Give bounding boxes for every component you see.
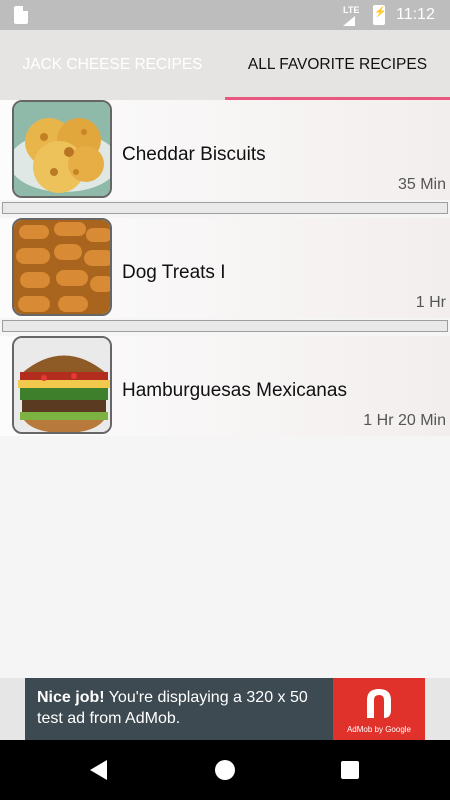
status-bar: LTE 11:12 bbox=[0, 0, 450, 30]
recipe-row-dog-treats[interactable]: Dog Treats I 1 Hr bbox=[0, 218, 450, 318]
signal-icon bbox=[343, 16, 355, 26]
back-icon[interactable] bbox=[90, 760, 107, 780]
recipe-row-hamburguesas-mexicanas[interactable]: Hamburguesas Mexicanas 1 Hr 20 Min bbox=[0, 336, 450, 436]
tab-jack-cheese-recipes[interactable]: JACK CHEESE RECIPES bbox=[0, 30, 225, 100]
ad-content[interactable]: Nice job! You're displaying a 320 x 50 t… bbox=[25, 678, 425, 740]
battery-charging-icon bbox=[373, 5, 386, 25]
recipe-list: Cheddar Biscuits 35 Min Dog Treats I 1 H… bbox=[0, 100, 450, 436]
ad-banner[interactable]: Nice job! You're displaying a 320 x 50 t… bbox=[0, 678, 450, 740]
admob-icon bbox=[367, 689, 391, 718]
tab-all-favorite-recipes[interactable]: ALL FAVORITE RECIPES bbox=[225, 30, 450, 100]
admob-logo: AdMob by Google bbox=[333, 678, 425, 740]
recipe-title: Dog Treats I bbox=[122, 262, 226, 283]
divider bbox=[2, 202, 448, 214]
recents-icon[interactable] bbox=[341, 761, 359, 779]
sim-card-icon bbox=[14, 6, 28, 24]
admob-brand: AdMob by Google bbox=[346, 725, 412, 734]
tab-label: ALL FAVORITE RECIPES bbox=[247, 56, 428, 73]
divider bbox=[2, 320, 448, 332]
recipe-thumbnail bbox=[12, 336, 112, 434]
home-icon[interactable] bbox=[215, 760, 235, 780]
tab-label: JACK CHEESE RECIPES bbox=[22, 56, 203, 73]
clock: 11:12 bbox=[396, 6, 435, 23]
ad-headline: Nice job! bbox=[37, 689, 105, 706]
recipe-row-cheddar-biscuits[interactable]: Cheddar Biscuits 35 Min bbox=[0, 100, 450, 200]
ad-text: Nice job! You're displaying a 320 x 50 t… bbox=[37, 687, 337, 729]
recipe-thumbnail bbox=[12, 100, 112, 198]
recipe-time: 35 Min bbox=[397, 176, 446, 193]
recipe-title: Hamburguesas Mexicanas bbox=[122, 380, 347, 401]
navigation-bar bbox=[0, 740, 450, 800]
tab-bar: JACK CHEESE RECIPES ALL FAVORITE RECIPES bbox=[0, 30, 450, 100]
recipe-title: Cheddar Biscuits bbox=[122, 144, 266, 165]
recipe-time: 1 Hr 20 Min bbox=[363, 412, 446, 429]
recipe-thumbnail bbox=[12, 218, 112, 316]
lte-label: LTE bbox=[343, 5, 360, 15]
recipe-time: 1 Hr bbox=[415, 294, 446, 311]
